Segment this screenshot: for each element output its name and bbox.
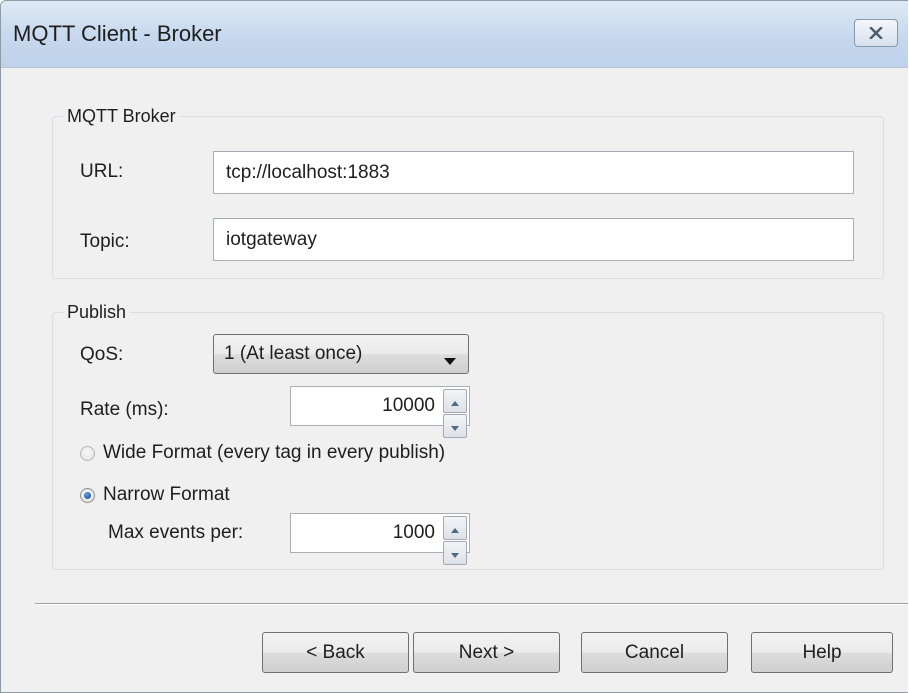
- cancel-button[interactable]: Cancel: [581, 632, 728, 673]
- footer-divider: [35, 603, 908, 605]
- max-events-spin-down-button[interactable]: [443, 541, 467, 565]
- url-input[interactable]: tcp://localhost:1883: [213, 151, 854, 194]
- narrow-format-label: Narrow Format: [103, 484, 230, 505]
- rate-value: 10000: [382, 395, 435, 416]
- rate-label: Rate (ms):: [80, 399, 169, 420]
- narrow-format-radio[interactable]: [80, 487, 95, 503]
- wide-format-radio[interactable]: [80, 445, 95, 461]
- broker-group-legend: MQTT Broker: [63, 104, 180, 128]
- topic-input[interactable]: iotgateway: [213, 218, 854, 261]
- qos-select[interactable]: 1 (At least once): [213, 334, 469, 374]
- rate-spinner[interactable]: 10000: [290, 386, 470, 438]
- narrow-format-option[interactable]: Narrow Format: [80, 484, 230, 506]
- chevron-down-icon: [444, 350, 456, 372]
- spin-up-icon: [451, 390, 459, 412]
- rate-spin-down-button[interactable]: [443, 414, 467, 438]
- wide-format-option[interactable]: Wide Format (every tag in every publish): [80, 442, 445, 464]
- help-button[interactable]: Help: [751, 632, 893, 673]
- qos-selected-value: 1 (At least once): [224, 343, 363, 364]
- wide-format-label: Wide Format (every tag in every publish): [103, 442, 446, 463]
- window-title: MQTT Client - Broker: [13, 21, 222, 46]
- max-events-value: 1000: [392, 522, 435, 543]
- qos-label: QoS:: [80, 344, 124, 365]
- dialog-window: MQTT Client - Broker MQTT Broker URL: tc…: [0, 0, 908, 693]
- back-button[interactable]: < Back: [262, 632, 409, 673]
- next-button[interactable]: Next >: [413, 632, 560, 673]
- spin-up-icon: [451, 517, 459, 539]
- spin-down-icon: [451, 415, 459, 437]
- title-bar: MQTT Client - Broker: [1, 1, 908, 68]
- max-events-spin-up-button[interactable]: [443, 516, 467, 540]
- url-label: URL:: [80, 161, 124, 182]
- close-button[interactable]: [854, 19, 898, 47]
- max-events-spinner[interactable]: 1000: [290, 513, 470, 565]
- close-icon: [869, 27, 883, 39]
- publish-group-legend: Publish: [63, 300, 131, 324]
- max-events-label: Max events per:: [108, 522, 244, 543]
- topic-label: Topic:: [80, 231, 130, 252]
- spin-down-icon: [451, 542, 459, 564]
- rate-spin-up-button[interactable]: [443, 389, 467, 413]
